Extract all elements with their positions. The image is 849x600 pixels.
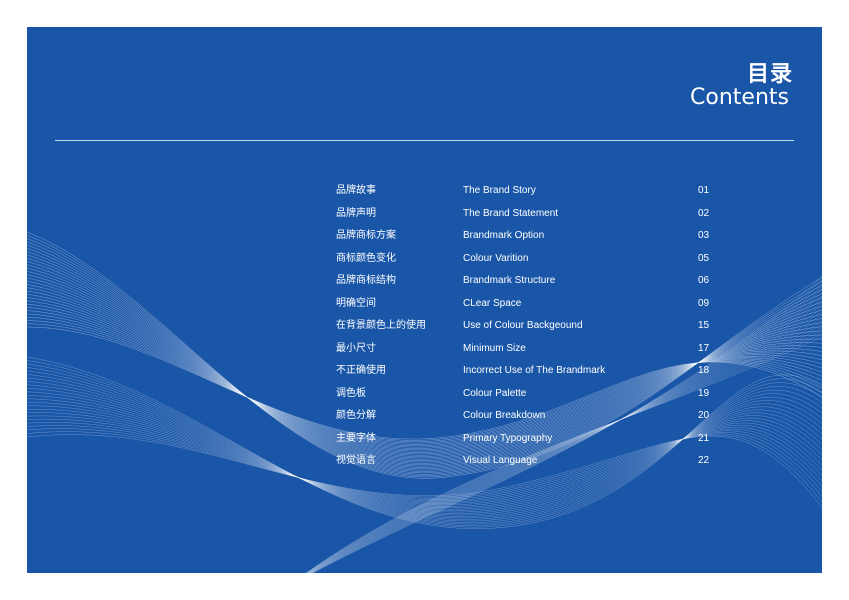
page-title-chinese: 目录	[746, 62, 793, 87]
toc-entry-chinese: 品牌故事	[336, 185, 376, 196]
toc-entry[interactable]: 视觉语言 Visual Language 22	[27, 452, 822, 470]
toc-entry-english: Visual Language	[463, 455, 538, 466]
toc-entry-page-number: 22	[698, 455, 710, 466]
toc-entry-chinese: 主要字体	[336, 432, 376, 444]
toc-entry-english: Primary Typography	[463, 432, 553, 444]
toc-entry[interactable]: 在背景颜色上的使用 Use of Colour Backgeound 15	[27, 317, 822, 335]
title-divider	[55, 140, 794, 141]
toc-entry-chinese: 明确空间	[336, 297, 376, 309]
toc-entry[interactable]: 品牌商标方案 Brandmark Option 03	[27, 227, 822, 245]
toc-entry-chinese: 品牌商标结构	[336, 275, 396, 286]
toc-entry-chinese: 商标颜色变化	[336, 252, 396, 264]
toc-entry-english: Minimum Size	[463, 342, 526, 354]
toc-entry-chinese: 颜色分解	[336, 410, 376, 421]
toc-entry[interactable]: 品牌声明 The Brand Statement 02	[27, 205, 822, 223]
toc-entry-english: Use of Colour Backgeound	[463, 320, 583, 331]
toc-entry-page-number: 19	[698, 387, 710, 399]
toc-entry[interactable]: 主要字体 Primary Typography 21	[27, 430, 822, 448]
contents-page: 目录 Contents 品牌故事 The Brand Story 01 品牌声明…	[27, 27, 822, 573]
toc-entry-page-number: 17	[698, 342, 710, 354]
toc-entry-page-number: 05	[698, 252, 710, 264]
toc-entry-english: The Brand Statement	[463, 207, 559, 219]
toc-entry[interactable]: 商标颜色变化 Colour Varition 05	[27, 250, 822, 268]
toc-entry-chinese: 调色板	[336, 387, 366, 399]
toc-entry-english: CLear Space	[463, 297, 522, 309]
toc-entry-chinese: 视觉语言	[336, 455, 376, 466]
toc-entry-page-number: 01	[698, 185, 710, 196]
toc-entry-chinese: 品牌声明	[336, 207, 376, 219]
toc-entry[interactable]: 颜色分解 Colour Breakdown 20	[27, 407, 822, 425]
toc-entry-page-number: 18	[698, 365, 710, 376]
toc-entry-english: The Brand Story	[463, 185, 536, 196]
toc-entry-chinese: 在背景颜色上的使用	[336, 320, 426, 331]
toc-entry-english: Colour Palette	[463, 387, 527, 399]
toc-entry-page-number: 06	[698, 275, 710, 286]
toc-entry-page-number: 03	[698, 230, 710, 241]
page-title-english: Contents	[690, 85, 789, 110]
toc-entry-english: Colour Varition	[463, 252, 529, 264]
toc-entry-chinese: 不正确使用	[336, 365, 386, 376]
toc-entry[interactable]: 最小尺寸 Minimum Size 17	[27, 340, 822, 358]
toc-entry-page-number: 09	[698, 297, 710, 309]
toc-entry-page-number: 15	[698, 320, 710, 331]
toc-entry-page-number: 21	[698, 432, 710, 444]
toc-entry[interactable]: 品牌商标结构 Brandmark Structure 06	[27, 272, 822, 290]
toc-entry-chinese: 最小尺寸	[336, 342, 376, 354]
toc-entry-chinese: 品牌商标方案	[336, 230, 396, 241]
toc-entry[interactable]: 明确空间 CLear Space 09	[27, 295, 822, 313]
toc-entry[interactable]: 不正确使用 Incorrect Use of The Brandmark 18	[27, 362, 822, 380]
toc-entry[interactable]: 调色板 Colour Palette 19	[27, 385, 822, 403]
toc-entry-english: Brandmark Structure	[463, 275, 556, 286]
toc-entry-page-number: 20	[698, 410, 710, 421]
toc-entry-english: Incorrect Use of The Brandmark	[463, 365, 606, 376]
toc-entry-english: Brandmark Option	[463, 230, 545, 241]
toc-entry-english: Colour Breakdown	[463, 410, 546, 421]
toc-entry[interactable]: 品牌故事 The Brand Story 01	[27, 182, 822, 200]
toc-entry-page-number: 02	[698, 207, 710, 219]
